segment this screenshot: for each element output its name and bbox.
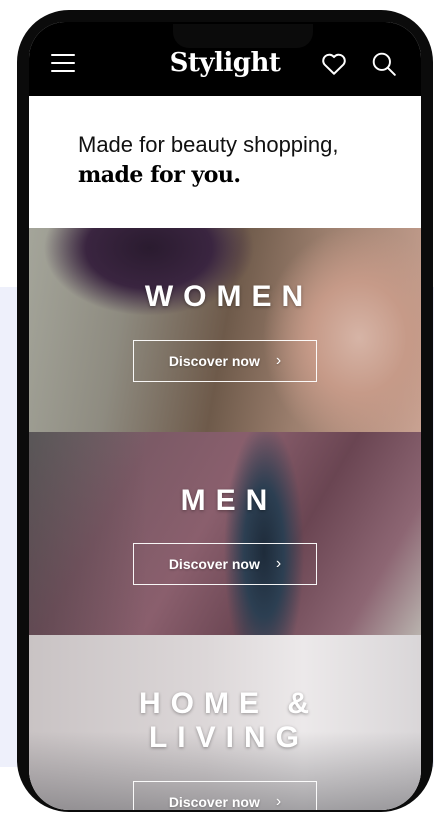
chevron-right-icon: › — [275, 555, 282, 572]
category-title-women: WOMEN — [144, 280, 314, 313]
tagline-line-1: Made for beauty shopping, — [78, 132, 339, 157]
discover-now-button-women[interactable]: Discover now › — [133, 340, 317, 382]
phone-screen: Stylight Made for beauty shopping, made … — [29, 22, 421, 810]
category-women[interactable]: WOMEN Discover now › — [29, 228, 421, 432]
chevron-right-icon: › — [275, 352, 282, 369]
hero-tagline: Made for beauty shopping, made for you. — [29, 96, 421, 228]
discover-label: Discover now — [168, 556, 260, 572]
men-category-image — [29, 432, 421, 635]
discover-now-button-home-living[interactable]: Discover now › — [133, 781, 317, 810]
category-home-living[interactable]: HOME & LIVING Discover now › — [29, 635, 421, 810]
tagline-line-2: made for you. — [78, 162, 241, 188]
category-title-line-1: HOME & — [139, 687, 319, 720]
discover-label: Discover now — [168, 794, 260, 810]
discover-label: Discover now — [168, 353, 260, 369]
category-title-line-2: LIVING — [148, 721, 309, 754]
category-title-men: MEN — [180, 484, 278, 517]
women-category-image — [29, 228, 421, 432]
heart-icon[interactable] — [321, 52, 347, 76]
category-men[interactable]: MEN Discover now › — [29, 432, 421, 635]
chevron-right-icon: › — [275, 793, 282, 810]
category-title-home-living: HOME & LIVING — [29, 687, 421, 755]
phone-notch — [173, 24, 313, 48]
search-icon[interactable] — [371, 51, 397, 77]
discover-now-button-men[interactable]: Discover now › — [133, 543, 317, 585]
stylight-logo[interactable]: Stylight — [125, 48, 325, 78]
hamburger-menu-icon[interactable] — [51, 54, 75, 72]
